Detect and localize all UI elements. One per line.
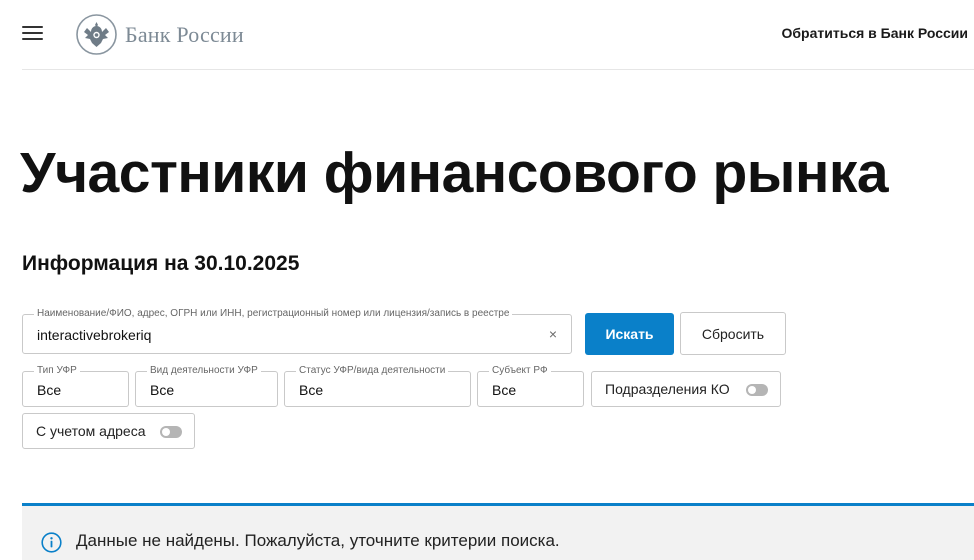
info-icon (41, 532, 62, 553)
branches-toggle-switch[interactable] (746, 384, 768, 396)
logo-text: Банк России (125, 21, 244, 47)
address-toggle[interactable]: С учетом адреса (22, 413, 195, 449)
search-input[interactable]: Наименование/ФИО, адрес, ОГРН или ИНН, р… (22, 308, 572, 354)
status-select-label: Статус УФР/вида деятельности (296, 365, 449, 377)
page-title: Участники финансового рынка (20, 141, 889, 205)
activity-select-label: Вид деятельности УФР (147, 365, 261, 377)
no-results-notice: Данные не найдены. Пожалуйста, уточните … (22, 503, 974, 560)
status-select[interactable]: Статус УФР/вида деятельности Все (284, 365, 471, 407)
region-select-label: Субъект РФ (489, 365, 551, 377)
region-select[interactable]: Субъект РФ Все (477, 365, 584, 407)
reset-button[interactable]: Сбросить (680, 312, 786, 355)
search-input-value[interactable]: interactivebrokeriq (37, 327, 151, 343)
bank-logo[interactable]: Банк России (76, 14, 244, 55)
activity-select[interactable]: Вид деятельности УФР Все (135, 365, 278, 407)
type-select-value: Все (37, 382, 62, 398)
type-select-label: Тип УФР (34, 365, 80, 377)
menu-icon[interactable] (22, 26, 43, 40)
search-input-label: Наименование/ФИО, адрес, ОГРН или ИНН, р… (34, 308, 513, 320)
branches-toggle-label: Подразделения КО (605, 381, 730, 397)
address-toggle-label: С учетом адреса (36, 423, 146, 439)
header-divider (22, 69, 974, 70)
contact-bank-link[interactable]: Обратиться в Банк России (782, 25, 968, 41)
branches-toggle[interactable]: Подразделения КО (591, 371, 781, 407)
notice-text: Данные не найдены. Пожалуйста, уточните … (76, 531, 560, 550)
region-select-value: Все (492, 382, 517, 398)
type-select[interactable]: Тип УФР Все (22, 365, 129, 407)
search-button[interactable]: Искать (585, 313, 674, 355)
address-toggle-switch[interactable] (160, 426, 182, 438)
clear-icon[interactable]: × (549, 326, 557, 342)
info-date-heading: Информация на 30.10.2025 (22, 252, 300, 275)
status-select-value: Все (299, 382, 324, 398)
activity-select-value: Все (150, 382, 175, 398)
eagle-emblem-icon (76, 14, 117, 55)
